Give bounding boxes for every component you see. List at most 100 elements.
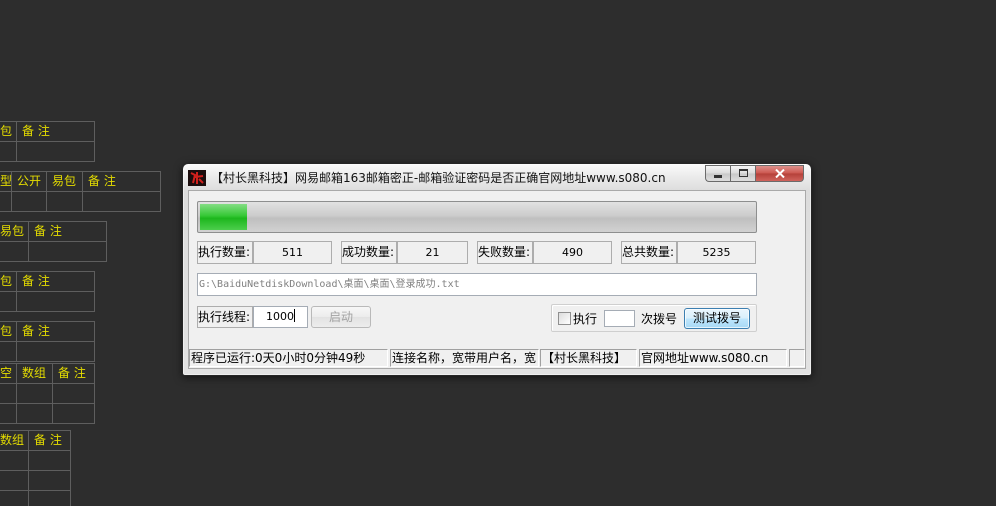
table-header-row: 空数组备 注 [0,364,95,384]
table-cell[interactable] [17,404,53,424]
table-row [0,404,95,424]
stat-value-executed: 511 [253,241,332,264]
table-cell[interactable] [0,192,12,212]
table-header-row: 包备 注 [0,272,95,292]
table-cell[interactable] [0,292,17,312]
table-header-cell: 数组 [0,431,29,451]
progress-fill [200,204,248,230]
table-cell[interactable] [12,192,47,212]
dial-count-input[interactable] [604,310,635,327]
table-header-cell: 空 [0,364,17,384]
app-window: 【村长黑科技】网易邮箱163邮箱密正-邮箱验证密码是否正确官网地址www.s08… [182,163,812,376]
table-header-cell: 易包 [0,222,29,242]
minimize-button[interactable] [705,165,730,182]
stat-label-success: 成功数量: [341,241,397,264]
table-row [0,384,95,404]
threads-value: 1000 [266,310,294,323]
table-header-cell: 易包 [47,172,83,192]
declaration-table: 包备 注 [0,121,95,162]
table-row [0,142,95,162]
close-icon [775,169,785,178]
declaration-table: 包备 注 [0,271,95,312]
table-header-row: 型公开 易包备 注 [0,172,161,192]
table-header-cell: 备 注 [17,122,95,142]
declaration-table: 包备 注 [0,321,95,362]
app-logo-icon [188,170,206,186]
text-caret [294,309,295,322]
table-cell[interactable] [29,242,107,262]
declaration-table: 易包备 注 [0,221,107,262]
table-cell[interactable] [47,192,83,212]
table-header-cell: 包 [0,122,17,142]
status-segment-brand: 【村长黑科技】 [540,349,637,367]
table-cell[interactable] [29,451,71,471]
table-row [0,342,95,362]
progress-bar [197,201,757,233]
maximize-button[interactable] [730,165,756,182]
table-header-cell: 备 注 [17,272,95,292]
table-cell[interactable] [17,142,95,162]
dial-count-suffix: 次拨号 [641,312,678,326]
table-header-row: 包备 注 [0,322,95,342]
dial-group: 执行 次拨号 测试拨号 [551,304,757,332]
table-cell[interactable] [17,384,53,404]
status-segment-connection: 连接名称，宽带用户名，宽 [390,349,539,367]
table-cell[interactable] [0,491,29,506]
table-header-cell: 数组 [17,364,53,384]
status-segment-website: 官网地址www.s080.cn [639,349,787,367]
window-controls [705,165,804,182]
table-cell[interactable] [0,404,17,424]
execute-checkbox-control[interactable]: 执行 [557,309,601,329]
table-row [0,292,95,312]
table-header-cell: 备 注 [83,172,161,192]
table-row [0,451,71,471]
table-cell[interactable] [17,342,95,362]
table-row [0,242,107,262]
stat-value-total: 5235 [677,241,756,264]
table-header-row: 数组备 注 [0,431,71,451]
threads-input[interactable]: 1000 [253,306,308,328]
table-header-cell: 包 [0,272,17,292]
table-header-cell: 包 [0,322,17,342]
table-header-cell: 备 注 [17,322,95,342]
table-cell[interactable] [0,451,29,471]
status-segment-runtime: 程序已运行:0天0小时0分钟49秒 [189,349,388,367]
table-cell[interactable] [0,242,29,262]
table-header-row: 包备 注 [0,122,95,142]
table-row [0,471,71,491]
stat-value-failed: 490 [533,241,612,264]
table-cell[interactable] [29,471,71,491]
execute-checkbox-label[interactable]: 执行 [573,311,597,327]
table-cell[interactable] [17,292,95,312]
threads-label: 执行线程: [197,306,253,328]
execute-checkbox[interactable] [558,312,571,325]
stat-label-total: 总共数量: [621,241,677,264]
stat-label-executed: 执行数量: [197,241,253,264]
table-header-cell: 备 注 [29,222,107,242]
client-area: 执行数量: 511 成功数量: 21 失败数量: 490 总共数量: 5235 … [189,191,805,368]
table-header-cell: 公开 [12,172,47,192]
table-cell[interactable] [0,384,17,404]
window-title: 【村长黑科技】网易邮箱163邮箱密正-邮箱验证密码是否正确官网地址www.s08… [211,171,666,185]
table-cell[interactable] [0,342,17,362]
status-bar: 程序已运行:0天0小时0分钟49秒 连接名称，宽带用户名，宽 【村长黑科技】 官… [189,348,805,368]
table-row [0,491,71,506]
declaration-table: 空数组备 注 [0,363,95,424]
table-cell[interactable] [0,471,29,491]
file-path-field[interactable]: G:\BaiduNetdiskDownload\桌面\桌面\登录成功.txt [197,273,757,296]
table-header-cell: 备 注 [29,431,71,451]
stat-value-success: 21 [397,241,468,264]
table-row [0,192,161,212]
table-header-cell: 型 [0,172,12,192]
table-cell[interactable] [0,142,17,162]
table-cell[interactable] [83,192,161,212]
table-cell[interactable] [53,404,95,424]
minimize-icon [714,175,722,178]
table-cell[interactable] [53,384,95,404]
test-dial-button[interactable]: 测试拨号 [684,308,750,329]
close-button[interactable] [756,165,804,182]
start-button[interactable]: 启动 [311,306,371,328]
maximize-icon [739,169,748,177]
stat-label-failed: 失败数量: [477,241,533,264]
table-cell[interactable] [29,491,71,506]
